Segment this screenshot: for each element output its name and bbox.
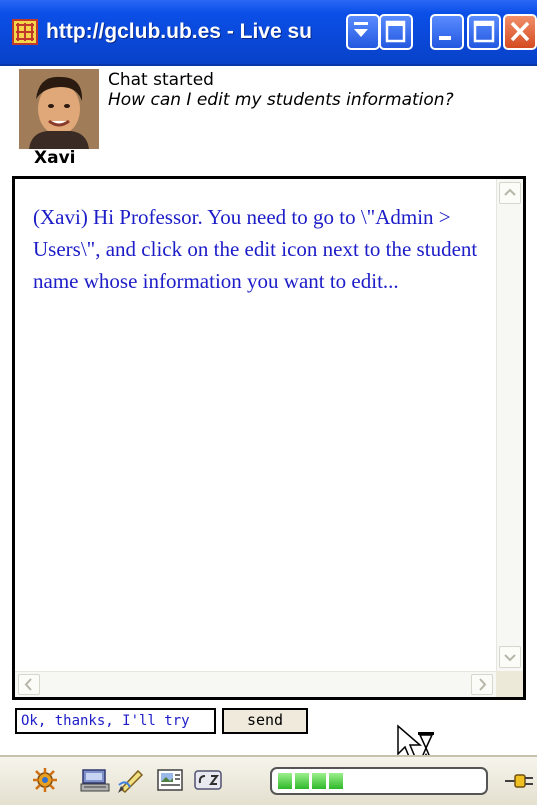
spellcheck-icon[interactable] [193,765,223,795]
bottom-toolbar [0,755,537,805]
minimize-button[interactable] [430,14,464,50]
close-button[interactable] [503,14,537,50]
user-question: How can I edit my students information? [108,90,454,110]
live-support-window: http://gclub.ub.es - Live su Xavi Chat s… [0,0,537,805]
horizontal-scrollbar[interactable] [15,671,496,697]
restore-icon [385,20,406,43]
picture-icon[interactable] [155,765,185,795]
chevron-down-icon [354,22,368,37]
chevron-up-icon [504,188,516,196]
message-input[interactable]: Ok, thanks, I'll try [15,708,216,734]
close-icon [510,21,530,42]
app-icon [12,19,38,45]
scroll-up-button[interactable] [499,182,521,204]
minimize-icon [439,36,451,40]
title-bar[interactable]: http://gclub.ub.es - Live su [0,0,537,66]
chat-message: (Xavi) Hi Professor. You need to go to \… [33,205,478,293]
settings-icon[interactable] [30,765,60,795]
chat-transcript[interactable]: (Xavi) Hi Professor. You need to go to \… [12,176,526,700]
scroll-down-button[interactable] [499,646,521,668]
chat-header: Xavi Chat started How can I edit my stud… [0,66,537,176]
progress-block [329,773,343,789]
avatar [19,69,99,149]
scroll-right-button[interactable] [471,674,493,695]
progress-block [278,773,292,789]
chevron-down-icon [504,654,516,662]
connection-progress-bar [270,767,488,795]
edit-icon[interactable] [116,765,146,795]
scroll-corner [496,671,523,697]
menu-dropdown-button[interactable] [346,14,380,50]
progress-block [312,773,326,789]
agent-name: Xavi [34,148,76,168]
vertical-scrollbar[interactable] [496,179,523,671]
chevron-right-icon [479,678,487,691]
keyboard-icon[interactable] [80,765,110,795]
chat-status: Chat started [108,70,214,90]
progress-block [295,773,309,789]
chevron-left-icon [24,678,32,691]
maximize-icon [473,20,495,43]
scroll-left-button[interactable] [18,674,40,695]
restore-button[interactable] [379,14,413,50]
plug-icon[interactable] [505,769,537,793]
window-title: http://gclub.ub.es - Live su [46,20,313,43]
maximize-button[interactable] [467,14,501,50]
send-button[interactable]: send [222,708,308,734]
